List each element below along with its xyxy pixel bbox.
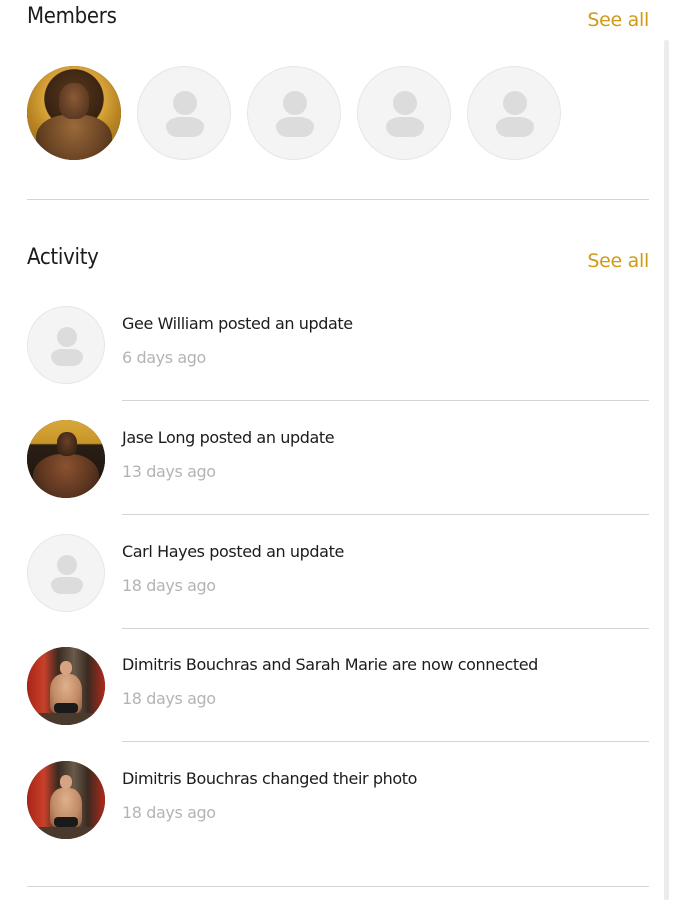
item-divider xyxy=(122,628,649,629)
activity-avatar[interactable] xyxy=(27,306,105,384)
activity-item[interactable]: Dimitris Bouchras and Sarah Marie are no… xyxy=(27,647,649,761)
section-divider xyxy=(27,886,649,887)
activity-timestamp: 13 days ago xyxy=(122,462,216,481)
buddypress-widgets-panel: Members See all Activity See all Gee Wil… xyxy=(0,0,675,900)
activity-timestamp: 6 days ago xyxy=(122,348,206,367)
scrollbar[interactable] xyxy=(664,40,669,900)
default-user-icon xyxy=(503,91,527,115)
members-avatar-row xyxy=(27,66,561,161)
activity-text[interactable]: Dimitris Bouchras and Sarah Marie are no… xyxy=(122,655,538,674)
item-divider xyxy=(122,514,649,515)
activity-item[interactable]: Gee William posted an update 6 days ago xyxy=(27,306,649,420)
activity-timestamp: 18 days ago xyxy=(122,689,216,708)
activity-item[interactable]: Carl Hayes posted an update 18 days ago xyxy=(27,534,649,648)
activity-header: Activity See all xyxy=(27,240,649,280)
item-divider xyxy=(122,741,649,742)
member-avatar[interactable] xyxy=(467,66,561,160)
members-see-all-link[interactable]: See all xyxy=(587,9,649,31)
activity-timestamp: 18 days ago xyxy=(122,576,216,595)
activity-text[interactable]: Dimitris Bouchras changed their photo xyxy=(122,769,417,788)
default-user-icon xyxy=(283,91,307,115)
activity-avatar[interactable] xyxy=(27,420,105,498)
item-divider xyxy=(122,400,649,401)
section-divider xyxy=(27,199,649,200)
activity-text[interactable]: Jase Long posted an update xyxy=(122,428,335,447)
activity-timestamp: 18 days ago xyxy=(122,803,216,822)
content-column: Members See all Activity See all Gee Wil… xyxy=(27,0,649,887)
activity-text[interactable]: Gee William posted an update xyxy=(122,314,353,333)
default-user-icon xyxy=(57,327,77,347)
activity-text[interactable]: Carl Hayes posted an update xyxy=(122,542,344,561)
default-user-icon xyxy=(393,91,417,115)
activity-item[interactable]: Jase Long posted an update 13 days ago xyxy=(27,420,649,534)
activity-avatar[interactable] xyxy=(27,761,105,839)
activity-item[interactable]: Dimitris Bouchras changed their photo 18… xyxy=(27,761,649,875)
members-header: Members See all xyxy=(27,0,649,40)
activity-see-all-link[interactable]: See all xyxy=(587,250,649,272)
member-avatar[interactable] xyxy=(247,66,341,160)
activity-avatar[interactable] xyxy=(27,647,105,725)
activity-avatar[interactable] xyxy=(27,534,105,612)
member-avatar[interactable] xyxy=(137,66,231,160)
activity-title: Activity xyxy=(27,245,99,270)
members-title: Members xyxy=(27,4,117,29)
default-user-icon xyxy=(57,555,77,575)
default-user-icon xyxy=(173,91,197,115)
member-avatar[interactable] xyxy=(27,66,121,160)
member-avatar[interactable] xyxy=(357,66,451,160)
